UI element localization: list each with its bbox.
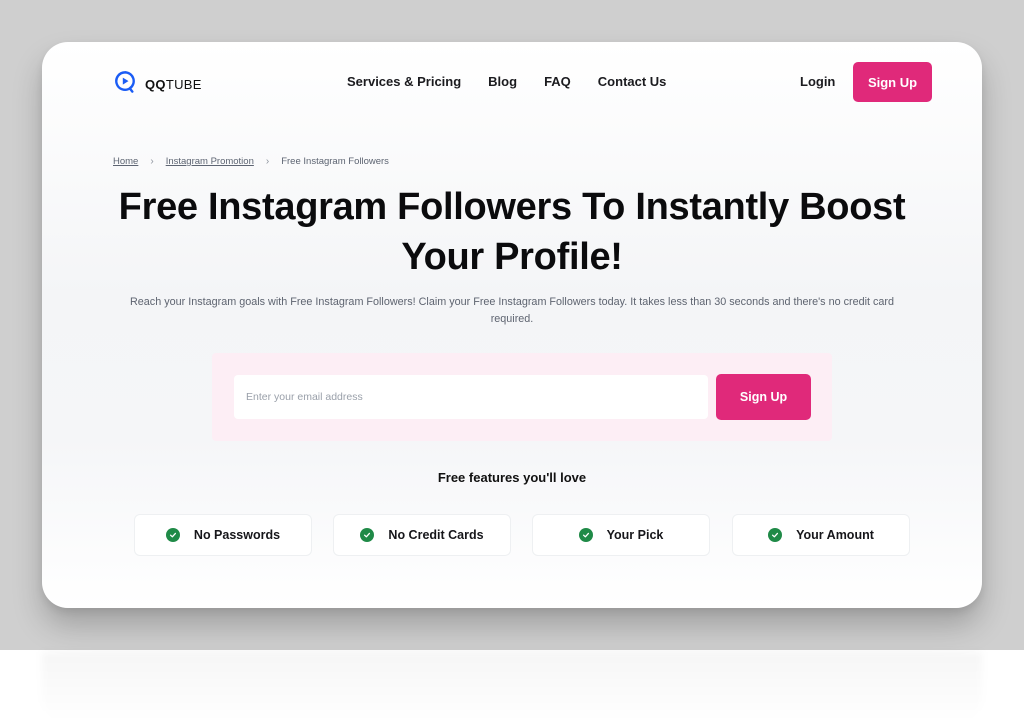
feature-card: Your Amount	[732, 514, 910, 556]
nav-faq[interactable]: FAQ	[544, 74, 571, 89]
play-circle-icon	[114, 70, 136, 99]
form-sign-up-button[interactable]: Sign Up	[716, 374, 811, 420]
email-signup-form: Sign Up	[212, 353, 832, 441]
browser-card: QQTUBE Services & Pricing Blog FAQ Conta…	[42, 42, 982, 608]
features-title: Free features you'll love	[437, 470, 587, 485]
header-sign-up-button[interactable]: Sign Up	[853, 62, 932, 102]
feature-label: No Passwords	[193, 528, 281, 542]
check-circle-icon	[360, 528, 375, 542]
check-circle-icon	[768, 528, 783, 542]
breadcrumb-home[interactable]: Home	[113, 156, 138, 167]
nav-contact-us[interactable]: Contact Us	[598, 74, 667, 89]
feature-card: No Credit Cards	[333, 514, 511, 556]
check-circle-icon	[578, 528, 593, 542]
nav-blog[interactable]: Blog	[488, 74, 517, 89]
login-link[interactable]: Login	[800, 74, 835, 89]
main-nav: Services & Pricing Blog FAQ Contact Us	[347, 74, 693, 89]
chevron-right-icon: ›	[150, 156, 154, 167]
feature-card: No Passwords	[134, 514, 312, 556]
page-title: Free Instagram Followers To Instantly Bo…	[118, 186, 906, 278]
logo[interactable]: QQTUBE	[114, 70, 202, 99]
feature-label: No Credit Cards	[388, 528, 484, 542]
feature-card: Your Pick	[532, 514, 710, 556]
feature-label: Your Amount	[796, 528, 874, 542]
logo-text: QQTUBE	[145, 77, 202, 92]
feature-label: Your Pick	[606, 528, 664, 542]
breadcrumb-instagram-promotion[interactable]: Instagram Promotion	[166, 156, 254, 167]
breadcrumb: Home › Instagram Promotion › Free Instag…	[113, 156, 389, 167]
breadcrumb-current: Free Instagram Followers	[281, 156, 389, 167]
page-subtitle: Reach your Instagram goals with Free Ins…	[130, 296, 894, 325]
card-reflection	[42, 652, 982, 722]
check-circle-icon	[165, 528, 180, 542]
chevron-right-icon: ›	[265, 156, 270, 167]
email-input[interactable]	[234, 375, 708, 419]
nav-services-pricing[interactable]: Services & Pricing	[347, 74, 461, 89]
